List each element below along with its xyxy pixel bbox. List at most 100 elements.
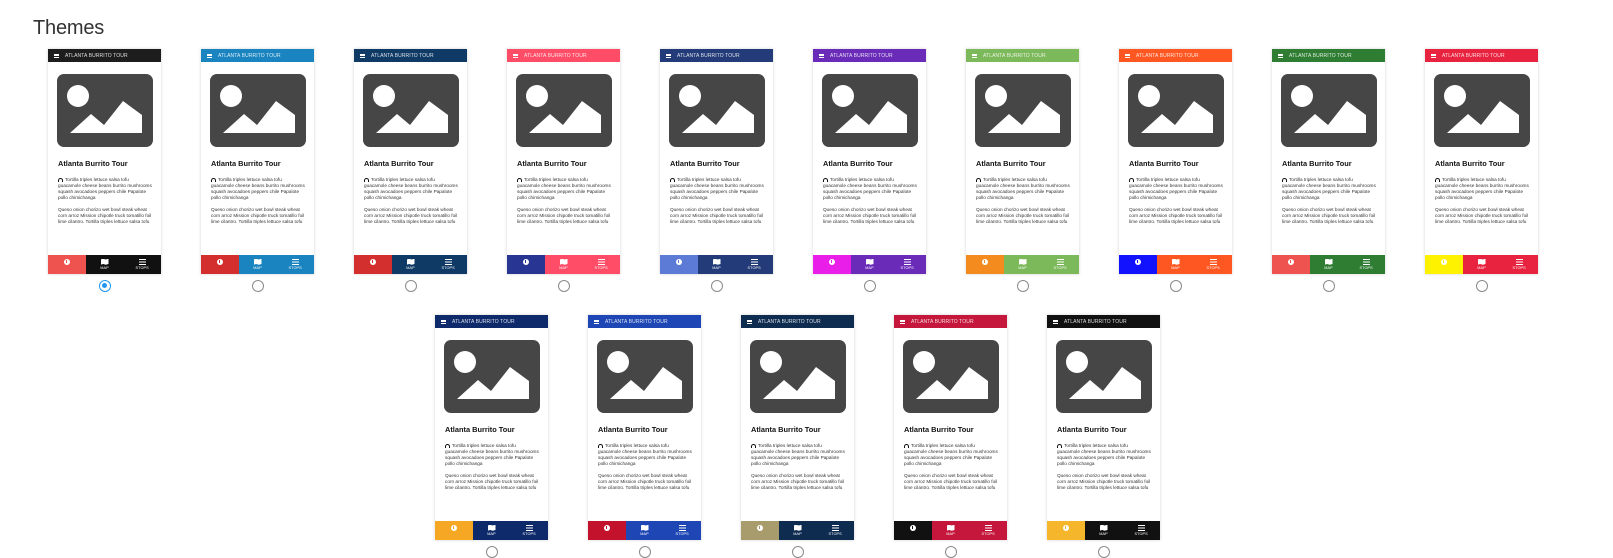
theme-option-12[interactable]: ATLANTA BURRITO TOUR Atlanta Burrito Tou… [588,315,701,558]
tab-stops-label: STOPS [828,532,842,537]
tab-map-label: MAP [712,266,721,271]
image-placeholder-icon [902,340,999,413]
image-placeholder-icon [443,340,540,413]
theme-preview[interactable]: ATLANTA BURRITO TOUR Atlanta Burrito Tou… [435,315,548,540]
info-icon [63,258,70,265]
theme-radio-7[interactable] [1016,280,1029,292]
info-icon [828,258,835,265]
theme-option-9[interactable]: ATLANTA BURRITO TOUR Atlanta Burrito Tou… [1272,49,1385,292]
preview-description-text: Tortilla triples lettuce salsa tofu guac… [364,177,458,200]
theme-preview[interactable]: ATLANTA BURRITO TOUR Atlanta Burrito Tou… [1425,49,1538,274]
tab-stops-label: STOPS [675,532,689,537]
theme-preview[interactable]: ATLANTA BURRITO TOUR Atlanta Burrito Tou… [354,49,467,274]
theme-option-13[interactable]: ATLANTA BURRITO TOUR Atlanta Burrito Tou… [741,315,854,558]
theme-preview[interactable]: ATLANTA BURRITO TOUR Atlanta Burrito Tou… [660,49,773,274]
preview-description: Tortilla triples lettuce salsa tofu guac… [211,177,305,201]
tab-info-label: INFO [368,266,378,271]
preview-header: ATLANTA BURRITO TOUR [507,49,620,62]
theme-preview[interactable]: ATLANTA BURRITO TOUR Atlanta Burrito Tou… [507,49,620,274]
headphones-icon [58,177,63,182]
preview-header-title: ATLANTA BURRITO TOUR [452,318,515,325]
image-placeholder-icon [1127,74,1224,147]
theme-option-7[interactable]: ATLANTA BURRITO TOUR Atlanta Burrito Tou… [966,49,1079,292]
tab-map: MAP [625,521,664,540]
theme-radio-10[interactable] [1475,280,1488,292]
hamburger-icon [972,53,977,58]
theme-radio-5[interactable] [710,280,723,292]
theme-radio-11[interactable] [485,546,498,558]
theme-radio-13[interactable] [791,546,804,558]
preview-card-title: Atlanta Burrito Tour [211,159,281,168]
info-icon [603,524,610,531]
theme-preview[interactable]: ATLANTA BURRITO TOUR Atlanta Burrito Tou… [48,49,161,274]
theme-radio-2[interactable] [251,280,264,292]
theme-radio-3[interactable] [404,280,417,292]
preview-description-text: Tortilla triples lettuce salsa tofu guac… [823,177,917,200]
list-icon [1209,258,1217,265]
preview-card-title: Atlanta Burrito Tour [517,159,587,168]
theme-option-1[interactable]: ATLANTA BURRITO TOUR Atlanta Burrito Tou… [48,49,161,292]
headphones-icon [823,177,828,182]
tab-stops-label: STOPS [747,266,761,271]
tab-stops-label: STOPS [981,532,995,537]
list-icon [597,258,605,265]
tab-info-label: INFO [1133,266,1143,271]
list-icon [903,258,911,265]
theme-preview[interactable]: ATLANTA BURRITO TOUR Atlanta Burrito Tou… [1119,49,1232,274]
tab-stops: STOPS [1041,255,1079,274]
theme-preview[interactable]: ATLANTA BURRITO TOUR Atlanta Burrito Tou… [1047,315,1160,540]
tab-stops-label: STOPS [522,532,536,537]
preview-description-text: Tortilla triples lettuce salsa tofu guac… [1129,177,1223,200]
list-icon [525,524,533,531]
theme-radio-14[interactable] [944,546,957,558]
theme-radio-4[interactable] [557,280,570,292]
preview-header: ATLANTA BURRITO TOUR [1272,49,1385,62]
tab-map-label: MAP [1324,266,1333,271]
preview-tabbar: INFO MAP STOPS [201,255,314,274]
theme-preview[interactable]: ATLANTA BURRITO TOUR Atlanta Burrito Tou… [813,49,926,274]
preview-card-title: Atlanta Burrito Tour [1057,425,1127,434]
preview-description: Tortilla triples lettuce salsa tofu guac… [1129,177,1223,201]
theme-option-5[interactable]: ATLANTA BURRITO TOUR Atlanta Burrito Tou… [660,49,773,292]
theme-option-10[interactable]: ATLANTA BURRITO TOUR Atlanta Burrito Tou… [1425,49,1538,292]
theme-preview[interactable]: ATLANTA BURRITO TOUR Atlanta Burrito Tou… [966,49,1079,274]
preview-tabbar: INFO MAP STOPS [813,255,926,274]
preview-card-title: Atlanta Burrito Tour [1282,159,1352,168]
map-icon [946,524,955,531]
theme-radio-8[interactable] [1169,280,1182,292]
preview-card-title: Atlanta Burrito Tour [1129,159,1199,168]
theme-option-4[interactable]: ATLANTA BURRITO TOUR Atlanta Burrito Tou… [507,49,620,292]
theme-radio-6[interactable] [863,280,876,292]
theme-preview[interactable]: ATLANTA BURRITO TOUR Atlanta Burrito Tou… [894,315,1007,540]
preview-tabbar: INFO MAP STOPS [1119,255,1232,274]
theme-option-14[interactable]: ATLANTA BURRITO TOUR Atlanta Burrito Tou… [894,315,1007,558]
tab-stops-label: STOPS [1053,266,1067,271]
theme-preview[interactable]: ATLANTA BURRITO TOUR Atlanta Burrito Tou… [1272,49,1385,274]
tab-map-label: MAP [946,532,955,537]
theme-option-11[interactable]: ATLANTA BURRITO TOUR Atlanta Burrito Tou… [435,315,548,558]
tab-info: INFO [1425,255,1463,274]
list-icon [1515,258,1523,265]
theme-preview[interactable]: ATLANTA BURRITO TOUR Atlanta Burrito Tou… [201,49,314,274]
theme-preview[interactable]: ATLANTA BURRITO TOUR Atlanta Burrito Tou… [741,315,854,540]
preview-description-text: Tortilla triples lettuce salsa tofu guac… [904,443,998,466]
theme-radio-15[interactable] [1097,546,1110,558]
theme-preview[interactable]: ATLANTA BURRITO TOUR Atlanta Burrito Tou… [588,315,701,540]
preview-description: Tortilla triples lettuce salsa tofu guac… [823,177,917,201]
theme-option-3[interactable]: ATLANTA BURRITO TOUR Atlanta Burrito Tou… [354,49,467,292]
info-icon [450,524,457,531]
theme-radio-9[interactable] [1322,280,1335,292]
preview-description-2: Queso onion chorizo wet bowl steak wheat… [751,473,845,490]
headphones-icon [364,177,369,182]
theme-option-15[interactable]: ATLANTA BURRITO TOUR Atlanta Burrito Tou… [1047,315,1160,558]
tab-stops: STOPS [123,255,161,274]
theme-radio-12[interactable] [638,546,651,558]
preview-header: ATLANTA BURRITO TOUR [1047,315,1160,328]
preview-header-title: ATLANTA BURRITO TOUR [911,318,974,325]
theme-option-2[interactable]: ATLANTA BURRITO TOUR Atlanta Burrito Tou… [201,49,314,292]
tab-stops: STOPS [1347,255,1385,274]
theme-radio-1[interactable] [98,280,111,292]
theme-option-6[interactable]: ATLANTA BURRITO TOUR Atlanta Burrito Tou… [813,49,926,292]
theme-option-8[interactable]: ATLANTA BURRITO TOUR Atlanta Burrito Tou… [1119,49,1232,292]
tab-stops: STOPS [1122,521,1160,540]
